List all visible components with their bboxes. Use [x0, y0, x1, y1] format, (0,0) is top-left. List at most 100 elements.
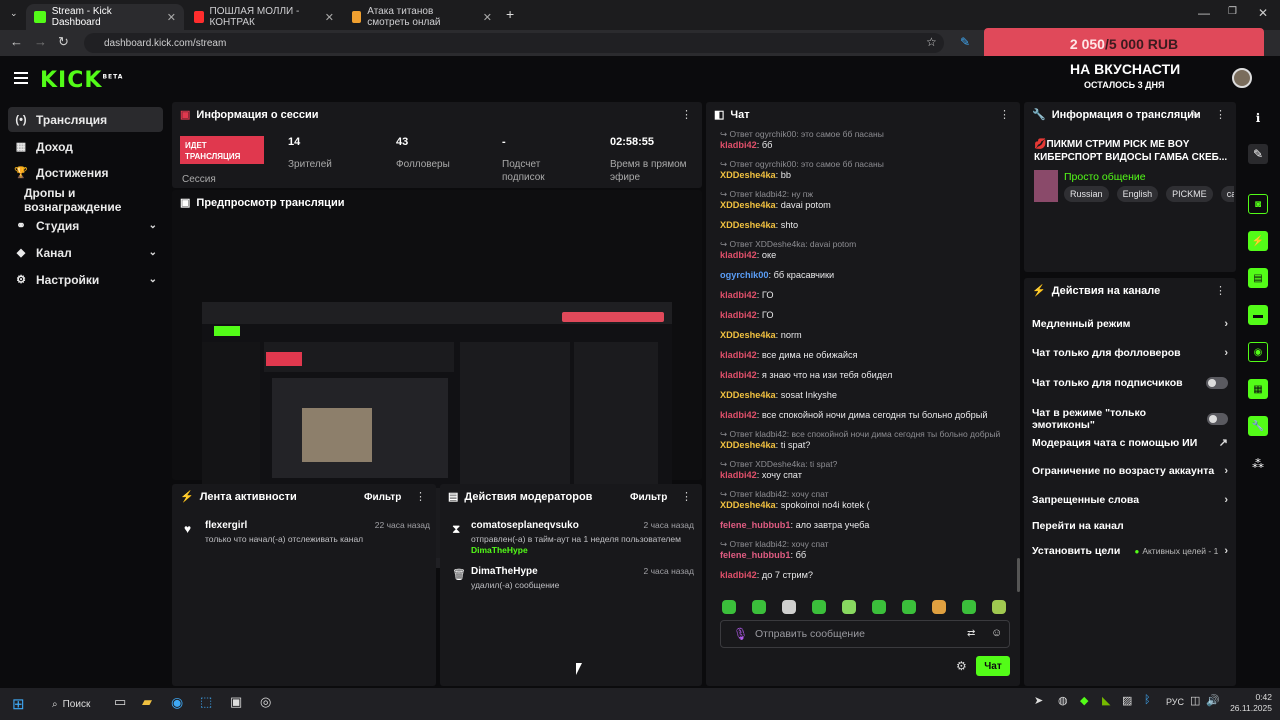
layout-icon[interactable]: ▦ — [1248, 379, 1268, 399]
camera-icon[interactable]: ◙ — [1248, 194, 1268, 214]
extension-icon[interactable]: ✎ — [960, 35, 970, 49]
kick-tray-icon[interactable]: ◆ — [1080, 694, 1088, 707]
sidebar-item-income[interactable]: ▦ Доход — [8, 134, 163, 159]
emote-icon[interactable] — [902, 600, 916, 614]
chat-username[interactable]: kladbi42 — [720, 470, 757, 480]
chat-username[interactable]: kladbi42 — [720, 290, 757, 300]
emoji-icon[interactable]: ☺ — [991, 627, 1002, 639]
tab-kick-dashboard[interactable]: Stream - Kick Dashboard ✕ — [26, 4, 184, 30]
sidebar-item-drops[interactable]: Дропы и вознаграждение — [8, 186, 163, 214]
obs-icon[interactable]: ◎ — [260, 694, 271, 710]
chrome-icon[interactable]: ◉ — [171, 694, 183, 711]
edit-icon[interactable]: ✎ — [1248, 144, 1268, 164]
volume-icon[interactable]: 🔊 — [1206, 694, 1220, 707]
action-ai-moderation[interactable]: Модерация чата с помощью ИИ ↗ — [1032, 436, 1228, 450]
clipboard-icon[interactable]: ▤ — [1248, 268, 1268, 288]
close-tab-icon[interactable]: ✕ — [483, 11, 492, 24]
forward-icon[interactable]: → — [34, 34, 47, 49]
clock[interactable]: 0:42 26.11.2025 — [1226, 692, 1272, 714]
chat-input[interactable]: 🎙 Отправить сообщение ⇄ ☺ — [720, 620, 1010, 648]
tag[interactable]: English — [1116, 186, 1159, 202]
chat-username[interactable]: kladbi42 — [720, 570, 757, 580]
tab-list-chevron-icon[interactable]: ⌄ — [10, 8, 18, 19]
tray-icon[interactable]: ▨ — [1122, 694, 1132, 707]
chat-username[interactable]: felene_hubbub1 — [720, 520, 790, 530]
file-explorer-icon[interactable]: ▰ — [142, 694, 152, 710]
more-options-icon[interactable]: ⋮ — [999, 108, 1010, 121]
telegram-icon[interactable]: ➤ — [1034, 694, 1043, 707]
emote-icon[interactable] — [962, 600, 976, 614]
emote-icon[interactable] — [932, 600, 946, 614]
chat-username[interactable]: kladbi42 — [720, 250, 757, 260]
chat-username[interactable]: kladbi42 — [720, 410, 757, 420]
chat-settings-icon[interactable]: ⚙ — [956, 659, 967, 673]
chat-bubble-icon[interactable]: ▬ — [1248, 305, 1268, 325]
action-set-goals[interactable]: Установить цели ● Активных целей - 1 › — [1032, 545, 1228, 557]
taskbar-search[interactable]: ⌕ Поиск — [44, 694, 104, 714]
emote-icon[interactable] — [872, 600, 886, 614]
action-age-restriction[interactable]: Ограничение по возрасту аккаунта › — [1032, 465, 1228, 477]
close-tab-icon[interactable]: ✕ — [325, 11, 334, 24]
action-go-to-channel[interactable]: Перейти на канал — [1032, 520, 1228, 532]
emote-icon[interactable] — [842, 600, 856, 614]
menu-icon[interactable] — [14, 72, 28, 87]
emote-only-toggle[interactable] — [1206, 413, 1228, 425]
emote-icon[interactable] — [782, 600, 796, 614]
tab-youtube[interactable]: ПОШЛАЯ МОЛЛИ - КОНТРАК ✕ — [186, 4, 342, 30]
chat-username[interactable]: kladbi42 — [720, 350, 757, 360]
sidebar-item-settings[interactable]: ⚙ Настройки ⌄ — [8, 267, 163, 292]
info-icon[interactable]: ℹ — [1248, 108, 1268, 128]
emote-icon[interactable] — [722, 600, 736, 614]
reload-icon[interactable]: ↻ — [58, 34, 69, 50]
new-tab-button[interactable]: + — [506, 6, 514, 22]
chat-username[interactable]: XDDeshe4ka — [720, 440, 776, 450]
chat-username[interactable]: ogyrchik00 — [720, 270, 769, 280]
chat-username[interactable]: kladbi42 — [720, 140, 757, 150]
more-options-icon[interactable]: ⋮ — [1215, 284, 1226, 297]
bookmark-star-icon[interactable]: ☆ — [926, 35, 937, 49]
emote-icon[interactable] — [752, 600, 766, 614]
avatar[interactable] — [1232, 68, 1252, 88]
windows-start-icon[interactable]: ⊞ — [12, 695, 25, 713]
activity-filter-button[interactable]: Фильтр — [364, 492, 401, 503]
tab-anime[interactable]: Атака титанов смотреть онлай ✕ — [344, 4, 500, 30]
more-options-icon[interactable]: ⋮ — [415, 490, 426, 503]
sidebar-item-stream[interactable]: (•) Трансляция — [8, 107, 163, 132]
nvidia-icon[interactable]: ◣ — [1102, 694, 1110, 707]
chat-username[interactable]: XDDeshe4ka — [720, 390, 776, 400]
bluetooth-icon[interactable]: ᛒ — [1144, 694, 1151, 706]
wrench-icon[interactable]: 🔧 — [1248, 416, 1268, 436]
action-slow-mode[interactable]: Медленный режим › — [1032, 318, 1228, 330]
apps-icon[interactable]: ⁂ — [1248, 454, 1268, 474]
more-options-icon[interactable]: ⋮ — [681, 490, 692, 503]
bolt-icon[interactable]: ⚡ — [1248, 231, 1268, 251]
subscribers-only-toggle[interactable] — [1206, 377, 1228, 389]
tag[interactable]: PICKME — [1166, 186, 1213, 202]
tray-app-icon[interactable]: ◍ — [1058, 694, 1068, 707]
app-window-icon[interactable]: ▣ — [230, 694, 242, 710]
category-link[interactable]: Просто общение — [1064, 171, 1146, 183]
chat-send-button[interactable]: Чат — [976, 656, 1010, 676]
snipping-tool-icon[interactable]: ⬚ — [200, 694, 212, 710]
back-icon[interactable]: ← — [10, 34, 23, 49]
more-options-icon[interactable]: ⋮ — [681, 108, 692, 121]
chat-username[interactable]: XDDeshe4ka — [720, 330, 776, 340]
language-indicator[interactable]: РУС — [1166, 697, 1184, 707]
close-window-icon[interactable]: ✕ — [1258, 6, 1268, 20]
chat-username[interactable]: kladbi42 — [720, 370, 757, 380]
kick-logo[interactable]: KICKBETA — [40, 68, 123, 93]
sidebar-item-studio[interactable]: ⚭ Студия ⌄ — [8, 213, 163, 238]
emote-icon[interactable] — [992, 600, 1006, 614]
broadcast-icon[interactable]: ◉ — [1248, 342, 1268, 362]
chat-username[interactable]: kladbi42 — [720, 310, 757, 320]
tag[interactable]: casin — [1220, 186, 1234, 202]
task-view-icon[interactable]: ▭ — [114, 694, 126, 710]
chat-scrollbar[interactable] — [1017, 558, 1020, 592]
action-banned-words[interactable]: Запрещенные слова › — [1032, 494, 1228, 506]
mic-icon[interactable]: 🎙 — [733, 627, 748, 641]
network-icon[interactable]: ◫ — [1190, 694, 1200, 707]
chat-username[interactable]: XDDeshe4ka — [720, 500, 776, 510]
action-followers-only[interactable]: Чат только для фолловеров › — [1032, 347, 1228, 359]
chat-username[interactable]: felene_hubbub1 — [720, 550, 790, 560]
url-field[interactable]: dashboard.kick.com/stream — [84, 33, 944, 53]
